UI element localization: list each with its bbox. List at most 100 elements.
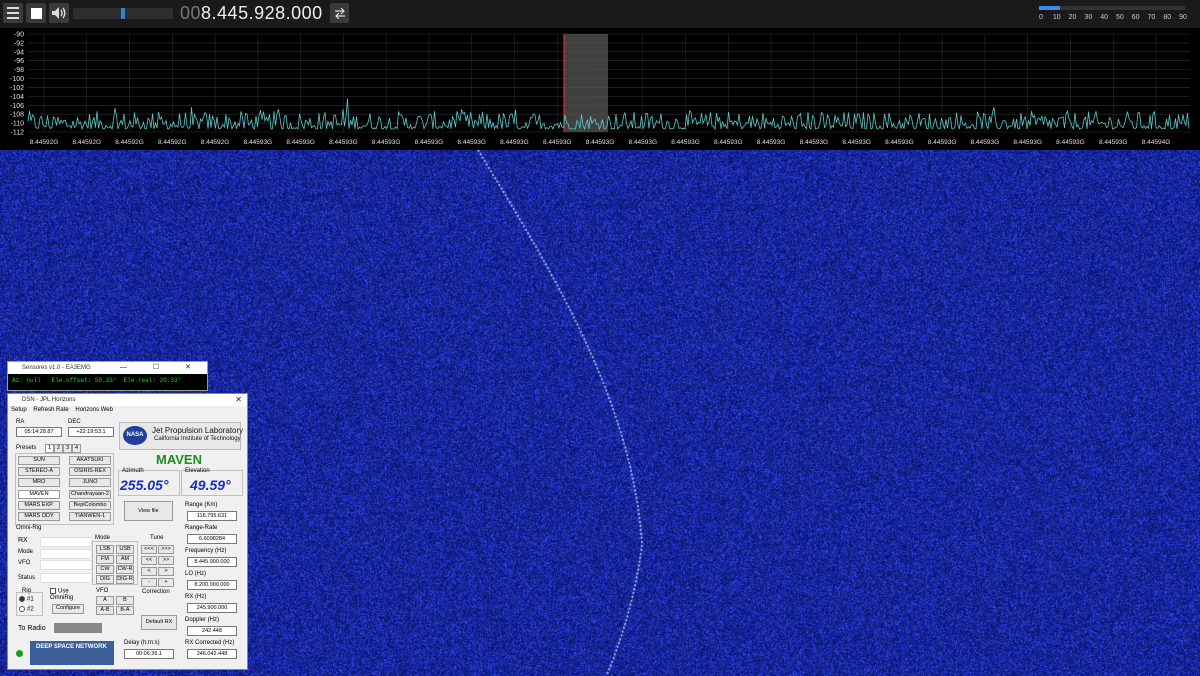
- tune-label: Tune: [150, 535, 164, 541]
- preset-akatsuki-button[interactable]: AKATSUKI: [69, 456, 111, 465]
- mode-cw-button[interactable]: CW: [96, 565, 114, 574]
- doppler-value: 242.448: [187, 626, 237, 636]
- preset-maven-button[interactable]: MAVEN: [18, 490, 60, 499]
- tune-minus-button[interactable]: -: [141, 578, 157, 587]
- to-radio-toggle[interactable]: [54, 623, 102, 633]
- elevation-value: 49.59°: [190, 477, 231, 493]
- configure-button[interactable]: Configure: [52, 604, 84, 614]
- sensores-title-bar[interactable]: Sensores v1.0 - EA3EMG — ☐ ✕: [8, 362, 207, 374]
- status-field: [40, 573, 92, 583]
- preset-chandrayaan-button[interactable]: Chandrayaan-2: [69, 490, 111, 499]
- rig1-radio[interactable]: #1: [19, 596, 34, 603]
- mode-cwr-button[interactable]: CW-R: [116, 565, 134, 574]
- preset-page-2[interactable]: 2: [54, 444, 63, 453]
- ra-label: RA: [16, 419, 25, 425]
- preset-sun-button[interactable]: SUN: [18, 456, 60, 465]
- vfo-a-button[interactable]: A: [96, 596, 114, 605]
- swap-button[interactable]: [330, 3, 349, 23]
- deep-space-network-logo: DEEP SPACE NETWORK: [30, 641, 114, 665]
- tune-fast-down-button[interactable]: <<<: [141, 545, 157, 554]
- vfo-field: [40, 560, 92, 570]
- preset-page-1[interactable]: 1: [45, 444, 54, 453]
- sensores-title: Sensores v1.0 - EA3EMG: [22, 365, 91, 371]
- menu-horizons-web[interactable]: Horizons Web: [75, 407, 113, 413]
- tune-mid-up-button[interactable]: >>: [158, 556, 174, 565]
- mode-digr-button[interactable]: DIG-R: [116, 575, 134, 584]
- tune-mid-down-button[interactable]: <<: [141, 556, 157, 565]
- ra-value: 05:14:28.87: [16, 427, 62, 437]
- preset-mars-ody-button[interactable]: MARS ODY: [18, 512, 60, 521]
- mode-dig-button[interactable]: DIG: [96, 575, 114, 584]
- status-led-icon: [16, 650, 23, 657]
- preset-stereo-a-button[interactable]: STEREO-A: [18, 467, 60, 476]
- dsn-title-bar[interactable]: DSN - JPL Horizons ✕: [8, 394, 247, 406]
- frequency-display[interactable]: 008.445.928.000: [180, 3, 323, 24]
- spectrum-x-tick-label: 8.44592G: [158, 139, 187, 146]
- preset-mro-button[interactable]: MRO: [18, 478, 60, 487]
- frequency-leading-zeros: 00: [180, 3, 202, 23]
- nasa-logo: NASA: [123, 426, 147, 445]
- mode-am-button[interactable]: AM: [116, 555, 134, 564]
- spectrum-display[interactable]: -90 -92 -94 -96 -98 -100 -102 -104 -106 -108 -110 -…: [0, 28, 1200, 150]
- preset-page-3[interactable]: 3: [63, 444, 72, 453]
- tune-plus-button[interactable]: +: [158, 578, 174, 587]
- preset-tianwen-button[interactable]: TIANWEN-1: [69, 512, 111, 521]
- tune-fast-up-button[interactable]: >>>: [158, 545, 174, 554]
- spectrum-x-tick-label: 8.44592G: [30, 139, 59, 146]
- window-controls[interactable]: — ☐ ✕: [120, 362, 203, 374]
- default-rx-button[interactable]: Default RX: [141, 615, 177, 630]
- spectrum-x-tick-label: 8.44593G: [457, 139, 486, 146]
- rig2-radio[interactable]: #2: [19, 606, 34, 613]
- menu-button[interactable]: [3, 3, 23, 23]
- spectrum-x-tick-label: 8.44593G: [971, 139, 1000, 146]
- dsn-menu-bar: Setup Refresh Rate Horizons Web: [8, 406, 247, 415]
- spectrum-x-tick-label: 8.44594G: [1142, 139, 1171, 146]
- signal-meter-tick: 50: [1115, 14, 1124, 21]
- menu-setup[interactable]: Setup: [11, 407, 27, 413]
- preset-page-4[interactable]: 4: [72, 444, 81, 453]
- tune-slow-down-button[interactable]: <: [141, 567, 157, 576]
- close-icon[interactable]: ✕: [235, 394, 242, 406]
- spectrum-x-tick-label: 8.44593G: [1099, 139, 1128, 146]
- volume-slider-handle[interactable]: [121, 8, 125, 19]
- spectrum-x-tick-label: 8.44592G: [115, 139, 144, 146]
- vfo-b-a-button[interactable]: B-A: [116, 606, 134, 615]
- vfo-b-button[interactable]: B: [116, 596, 134, 605]
- preset-juno-button[interactable]: JUNO: [69, 478, 111, 487]
- mode-lsb-button[interactable]: LSB: [96, 545, 114, 554]
- dec-label: DEC: [68, 419, 81, 425]
- spectrum-y-tick-label: -110: [11, 121, 25, 128]
- mode-usb-button[interactable]: USB: [116, 545, 134, 554]
- tune-slow-up-button[interactable]: >: [158, 567, 174, 576]
- volume-slider[interactable]: [73, 8, 173, 19]
- use-omnirig-checkbox[interactable]: Use OmniRig: [50, 588, 90, 601]
- mute-button[interactable]: [49, 3, 69, 23]
- passband-highlight: [564, 34, 608, 132]
- spectrum-x-tick-label: 8.44593G: [500, 139, 529, 146]
- preset-bepicolombo-button[interactable]: BepiColombo: [69, 501, 111, 510]
- signal-meter-tick: 80: [1163, 14, 1172, 21]
- elevation-label: Elevation: [185, 468, 210, 474]
- dsn-body: RA 05:14:28.87 DEC +22:19:53.1 Presets 1…: [8, 415, 247, 669]
- spectrum-trace: [27, 98, 1190, 131]
- vfo-a-b-button[interactable]: A-B: [96, 606, 114, 615]
- spectrum-plot[interactable]: -90-92 -94 -96 -98 -100 -102 -104 -106 -108 -110 -…: [0, 28, 1200, 150]
- spectrum-y-tick-label: -100: [10, 76, 24, 83]
- stop-button[interactable]: [26, 3, 46, 23]
- stop-icon: [30, 7, 42, 19]
- spectrum-x-tick-label: 8.44593G: [628, 139, 657, 146]
- target-name: MAVEN: [156, 452, 202, 467]
- rx-hz-value: 245.900.000: [187, 603, 237, 613]
- view-file-button[interactable]: View file: [124, 501, 173, 521]
- signal-meter: 0 10 20 30 40 50 60 70 80 90: [1037, 5, 1187, 27]
- sensores-window: Sensores v1.0 - EA3EMG — ☐ ✕ Az: null El…: [7, 361, 208, 391]
- mode-fm-button[interactable]: FM: [96, 555, 114, 564]
- menu-refresh-rate[interactable]: Refresh Rate: [33, 407, 68, 413]
- delay-value: 00:06:36.1: [124, 649, 174, 659]
- spectrum-x-tick-label: 8.44593G: [1056, 139, 1085, 146]
- preset-mars-exp-button[interactable]: MARS EXP.: [18, 501, 60, 510]
- azimuth-value: 255.05°: [120, 477, 169, 493]
- top-toolbar: 008.445.928.000 0 10 20 30 40 50 60 70 80 90: [0, 0, 1200, 28]
- preset-osiris-rex-button[interactable]: OSIRIS-REX: [69, 467, 111, 476]
- spectrum-x-tick-label: 8.44593G: [244, 139, 273, 146]
